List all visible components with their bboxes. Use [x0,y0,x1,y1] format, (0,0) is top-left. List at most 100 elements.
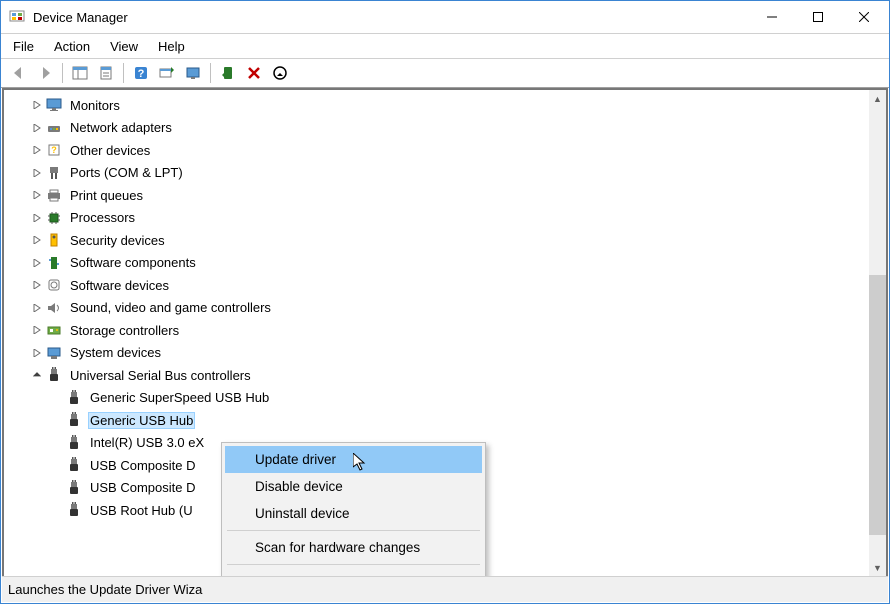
minimize-button[interactable] [749,2,795,32]
menu-action[interactable]: Action [44,37,100,56]
tree-label: Security devices [68,232,167,249]
processor-icon [46,210,62,226]
app-icon [9,9,25,25]
scan-hardware-button[interactable] [155,61,179,85]
tree-label: Intel(R) USB 3.0 eX [88,434,206,451]
tree-node-processors[interactable]: Processors [4,207,869,230]
port-icon [46,165,62,181]
menu-file[interactable]: File [3,37,44,56]
tree-node-ports[interactable]: Ports (COM & LPT) [4,162,869,185]
tree-label: Processors [68,209,137,226]
tree-label: USB Root Hub (U [88,502,195,519]
ctx-disable-device[interactable]: Disable device [225,473,482,500]
forward-button[interactable] [33,61,57,85]
expand-arrow-icon[interactable] [30,188,44,202]
disable-button[interactable] [268,61,292,85]
status-text: Launches the Update Driver Wiza [8,582,202,597]
scrollbar-thumb[interactable] [869,275,886,535]
tree-node-monitors[interactable]: Monitors [4,94,869,117]
tree-node-security[interactable]: Security devices [4,229,869,252]
ctx-separator [227,530,480,531]
tree-label: Software components [68,254,198,271]
expand-arrow-icon[interactable] [30,301,44,315]
scroll-down-arrow[interactable]: ▼ [869,559,886,576]
expand-arrow-icon[interactable] [30,166,44,180]
security-icon [46,232,62,248]
maximize-button[interactable] [795,2,841,32]
enable-device-button[interactable] [216,61,240,85]
tree-label: System devices [68,344,163,361]
expand-arrow-icon[interactable] [30,121,44,135]
system-icon [46,345,62,361]
software-device-icon [46,277,62,293]
tree-label: Universal Serial Bus controllers [68,367,253,384]
sound-icon [46,300,62,316]
expand-arrow-icon[interactable] [30,346,44,360]
window-controls [749,2,887,32]
expand-arrow-icon[interactable] [30,98,44,112]
storage-icon [46,322,62,338]
printer-icon [46,187,62,203]
usb-icon [66,412,82,428]
scroll-up-arrow[interactable]: ▲ [869,90,886,107]
tree-label: Network adapters [68,119,174,136]
statusbar: Launches the Update Driver Wiza [2,576,888,602]
ctx-separator [227,564,480,565]
tree-leaf-generic-usb-hub[interactable]: Generic USB Hub [4,409,869,432]
expand-arrow-icon[interactable] [30,323,44,337]
expand-arrow-icon[interactable] [30,278,44,292]
titlebar: Device Manager [1,1,889,34]
expand-arrow-icon[interactable] [30,211,44,225]
menu-help[interactable]: Help [148,37,195,56]
tree-node-print[interactable]: Print queues [4,184,869,207]
usb-icon [66,457,82,473]
tree-leaf-usb-ss-hub[interactable]: Generic SuperSpeed USB Hub [4,387,869,410]
tree-node-storage[interactable]: Storage controllers [4,319,869,342]
tree-node-usb[interactable]: Universal Serial Bus controllers [4,364,869,387]
other-device-icon: ? [46,142,62,158]
help-button[interactable]: ? [129,61,153,85]
ctx-update-driver[interactable]: Update driver [225,446,482,473]
tree-label: Monitors [68,97,122,114]
tree-label-selected: Generic USB Hub [88,412,195,429]
usb-icon [66,502,82,518]
tree-node-network[interactable]: Network adapters [4,117,869,140]
expand-arrow-icon[interactable] [30,256,44,270]
context-menu: Update driver Disable device Uninstall d… [221,442,486,576]
ctx-uninstall-device[interactable]: Uninstall device [225,500,482,527]
tree-label: Print queues [68,187,145,204]
tree-node-swdevices[interactable]: Software devices [4,274,869,297]
properties-button[interactable] [94,61,118,85]
usb-icon [46,367,62,383]
ctx-scan-hardware[interactable]: Scan for hardware changes [225,534,482,561]
show-hide-tree-button[interactable] [68,61,92,85]
vertical-scrollbar[interactable]: ▲ ▼ [869,90,886,576]
uninstall-button[interactable] [242,61,266,85]
close-button[interactable] [841,2,887,32]
collapse-arrow-icon[interactable] [30,368,44,382]
back-button[interactable] [7,61,31,85]
tree-label: Software devices [68,277,171,294]
window-title: Device Manager [33,10,749,25]
toolbar-separator [62,63,63,83]
expand-arrow-icon[interactable] [30,143,44,157]
tree-node-other[interactable]: ? Other devices [4,139,869,162]
content-area: Monitors Network adapters ? Other device… [2,88,888,576]
tree-node-sound[interactable]: Sound, video and game controllers [4,297,869,320]
tree-node-swcomponents[interactable]: Software components [4,252,869,275]
usb-icon [66,480,82,496]
tree-node-system[interactable]: System devices [4,342,869,365]
menubar: File Action View Help [1,34,889,58]
toolbar-separator [123,63,124,83]
usb-icon [66,390,82,406]
expand-arrow-icon[interactable] [30,233,44,247]
svg-text:?: ? [138,68,145,80]
toolbar-separator [210,63,211,83]
tree-label: USB Composite D [88,479,197,496]
tree-label: Storage controllers [68,322,181,339]
menu-view[interactable]: View [100,37,148,56]
software-component-icon [46,255,62,271]
svg-text:?: ? [51,145,57,155]
update-driver-button[interactable] [181,61,205,85]
ctx-properties[interactable]: Properties [225,568,482,576]
